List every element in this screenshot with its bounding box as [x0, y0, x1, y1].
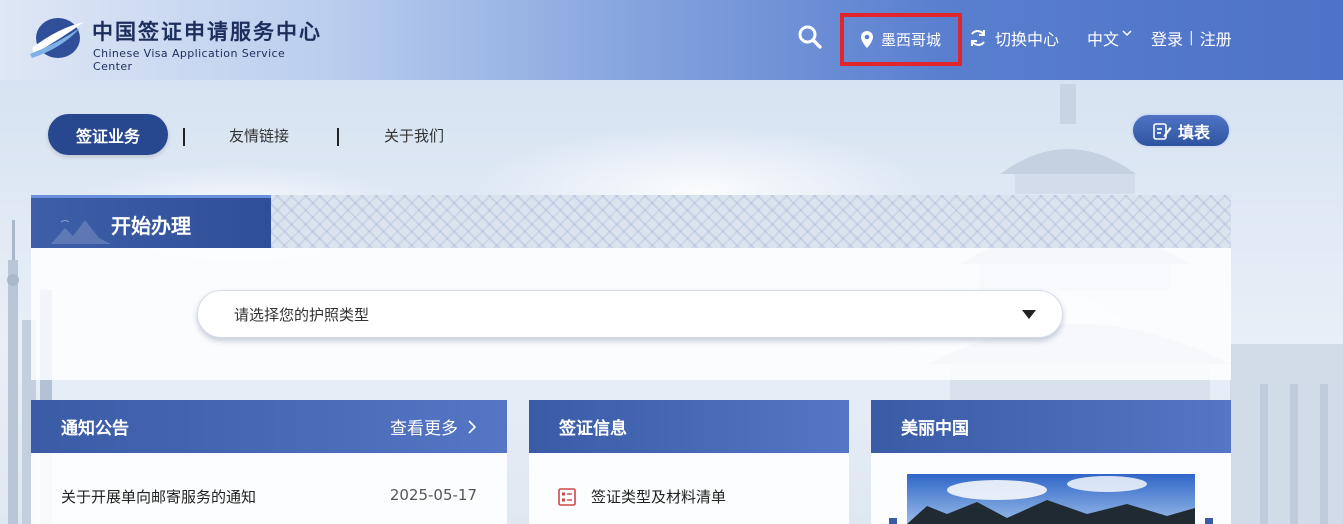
- view-more-link[interactable]: 查看更多: [390, 414, 477, 439]
- beautiful-china-card: 美丽中国: [871, 400, 1231, 524]
- nav-divider: [183, 128, 185, 146]
- mountain-deco-icon: [51, 220, 111, 244]
- login-link[interactable]: 登录: [1151, 26, 1183, 50]
- scenery-photo[interactable]: [907, 474, 1195, 524]
- chevron-down-icon: [1122, 30, 1132, 37]
- caret-down-icon: [1022, 310, 1036, 319]
- register-link[interactable]: 注册: [1200, 26, 1232, 50]
- current-city-button[interactable]: 墨西哥城: [840, 13, 962, 66]
- globe-logo-icon: [30, 18, 84, 58]
- notice-item[interactable]: 关于开展单向邮寄服务的通知 2025-05-17: [61, 486, 477, 507]
- current-city-label: 墨西哥城: [880, 31, 941, 49]
- notice-item-date: 2025-05-17: [389, 486, 477, 504]
- fill-form-button[interactable]: 填表: [1131, 113, 1231, 148]
- visa-info-card-header: 签证信息: [529, 400, 849, 453]
- list-document-icon: [558, 487, 576, 506]
- beautiful-china-card-header: 美丽中国: [871, 400, 1231, 453]
- notice-card-header: 通知公告 查看更多: [31, 400, 507, 453]
- visa-info-item-title: 签证类型及材料清单: [591, 488, 727, 506]
- language-label: 中文: [1087, 30, 1120, 49]
- nav-divider: [337, 128, 339, 146]
- auth-links: 登录 | 注册: [1151, 26, 1232, 50]
- form-edit-icon: [1153, 122, 1172, 140]
- passport-type-placeholder: 请选择您的护照类型: [234, 305, 370, 324]
- search-icon: [798, 25, 822, 49]
- start-tab: 开始办理: [31, 195, 271, 248]
- notice-card: 通知公告 查看更多 关于开展单向邮寄服务的通知 2025-05-17: [31, 400, 507, 524]
- carousel-next-icon[interactable]: [1205, 518, 1213, 524]
- notice-card-title: 通知公告: [61, 419, 129, 439]
- carousel-prev-icon[interactable]: [889, 518, 897, 524]
- site-logo[interactable]: 中国签证申请服务中心 Chinese Visa Application Serv…: [28, 14, 328, 73]
- switch-center-label: 切换中心: [995, 30, 1060, 49]
- refresh-icon: [971, 30, 985, 46]
- top-header: 中国签证申请服务中心 Chinese Visa Application Serv…: [0, 0, 1343, 80]
- view-more-label: 查看更多: [390, 419, 458, 439]
- language-selector[interactable]: 中文: [1087, 26, 1132, 50]
- visa-info-card: 签证信息 签证类型及材料清单: [529, 400, 849, 524]
- visa-info-card-title: 签证信息: [559, 419, 627, 439]
- nav-about-us[interactable]: 关于我们: [384, 125, 444, 146]
- chevron-right-icon: [468, 419, 477, 434]
- logo-english-name: Chinese Visa Application Service Center: [93, 47, 286, 73]
- visa-info-item[interactable]: 签证类型及材料清单: [557, 486, 726, 507]
- notice-item-title: 关于开展单向邮寄服务的通知: [61, 488, 257, 506]
- logo-chinese-name: 中国签证申请服务中心: [92, 19, 322, 44]
- nav-friendly-links[interactable]: 友情链接: [229, 125, 289, 146]
- auth-separator: |: [1189, 30, 1194, 46]
- switch-center-button[interactable]: 切换中心: [969, 26, 1059, 50]
- location-pin-icon: [860, 31, 873, 48]
- search-button[interactable]: [797, 24, 823, 50]
- beautiful-china-card-title: 美丽中国: [901, 419, 969, 439]
- passport-type-select[interactable]: 请选择您的护照类型: [197, 290, 1063, 338]
- start-panel-title: 开始办理: [111, 214, 191, 238]
- nav-visa-business[interactable]: 签证业务: [48, 114, 168, 155]
- fill-form-label: 填表: [1177, 122, 1210, 142]
